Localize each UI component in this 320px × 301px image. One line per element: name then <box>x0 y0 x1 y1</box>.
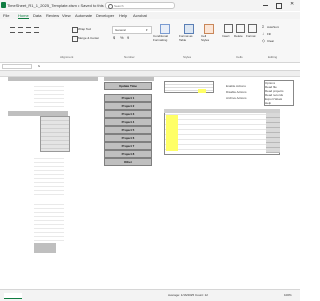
ribbon-tabs: File Home Data Review View Automate Deve… <box>0 12 300 19</box>
right-summary-column <box>266 113 280 153</box>
format-icon[interactable] <box>248 24 257 33</box>
group-label-cells: Cells <box>236 55 243 59</box>
enable-actions-label[interactable]: Enable Actions <box>226 84 246 88</box>
title-bar: TimeSheet_R1_1_2025_Template.xlsm • Save… <box>0 0 300 11</box>
align-right-icon[interactable] <box>26 27 31 33</box>
zoom-level[interactable]: 100% <box>284 293 292 297</box>
number-format-select[interactable]: General ▾ <box>112 26 152 34</box>
delete-button[interactable]: Delete <box>234 34 243 38</box>
wrap-text-button[interactable]: Wrap Text <box>78 27 91 31</box>
tab-developer[interactable]: Developer <box>96 13 114 18</box>
conditional-formatting-icon[interactable] <box>160 24 170 34</box>
disable-actions-label[interactable]: Disable Actions <box>226 90 247 94</box>
options-list-item[interactable]: Help <box>265 101 271 105</box>
delete-icon[interactable] <box>236 24 245 33</box>
insert-button[interactable]: Insert <box>222 34 230 38</box>
settings-table <box>164 81 214 93</box>
left-data-block <box>34 83 64 109</box>
number-format-value: General <box>115 28 126 32</box>
left-footer-block <box>34 243 56 253</box>
worksheet-grid[interactable]: Update Time Project 1 Project 2 Project … <box>0 71 300 289</box>
maximize-icon[interactable] <box>276 3 282 9</box>
project-3-button[interactable]: Project 3 <box>104 110 152 118</box>
project-2-button[interactable]: Project 2 <box>104 102 152 110</box>
update-time-button[interactable]: Update Time <box>104 82 152 90</box>
group-label-editing: Editing <box>268 55 278 59</box>
tab-data[interactable]: Data <box>33 13 41 18</box>
project-1-button[interactable]: Project 1 <box>104 94 152 102</box>
conditional-formatting-button[interactable]: Conditional Formatting <box>153 34 175 42</box>
yellow-hours-column[interactable] <box>166 115 178 151</box>
percent-icon[interactable]: % <box>120 35 124 40</box>
project-5-button[interactable]: Project 5 <box>104 126 152 134</box>
clear-button[interactable]: Clear <box>267 39 274 43</box>
left-selected-list <box>40 116 70 152</box>
search-icon <box>108 4 113 9</box>
project-4-button[interactable]: Project 4 <box>104 118 152 126</box>
tab-view[interactable]: View <box>62 13 71 18</box>
right-table-header <box>104 77 154 81</box>
fill-icon[interactable]: ↓ <box>262 31 264 36</box>
close-icon[interactable]: ✕ <box>290 2 294 7</box>
tab-help[interactable]: Help <box>119 13 127 18</box>
merge-center-button[interactable]: Merge & Center <box>78 36 99 40</box>
format-as-table-icon[interactable] <box>184 24 194 34</box>
insert-icon[interactable] <box>224 24 233 33</box>
project-6-button[interactable]: Project 6 <box>104 134 152 142</box>
tab-acrobat[interactable]: Acrobat <box>133 13 147 18</box>
left-data-block-2 <box>34 155 64 195</box>
project-8-button[interactable]: Project 8 <box>104 150 152 158</box>
status-summary: Average: 1/16/2025 Count: 12 <box>168 293 208 297</box>
function-icon[interactable]: fx <box>38 64 40 68</box>
cell-styles-button[interactable]: Cell Styles <box>201 34 215 42</box>
cell-styles-icon[interactable] <box>204 24 214 34</box>
clear-icon[interactable]: ◇ <box>262 38 265 43</box>
excel-logo-icon <box>1 2 6 8</box>
currency-icon[interactable]: $ <box>113 35 115 40</box>
ribbon: Wrap Text Merge & Center Alignment Gener… <box>0 19 300 63</box>
other-button[interactable]: Other <box>104 158 152 166</box>
left-data-block-3 <box>34 201 64 241</box>
tab-review[interactable]: Review <box>46 13 59 18</box>
group-label-styles: Styles <box>183 55 192 59</box>
chevron-down-icon: ▾ <box>146 28 148 32</box>
fill-button[interactable]: Fill <box>267 32 271 36</box>
status-bar: Average: 1/16/2025 Count: 12 100% <box>0 289 300 301</box>
tab-file[interactable]: File <box>3 13 9 18</box>
yellow-cell-1[interactable] <box>198 89 206 93</box>
group-label-number: Number <box>124 55 135 59</box>
tab-automate[interactable]: Automate <box>75 13 92 18</box>
align-center-icon[interactable] <box>18 27 23 33</box>
name-box[interactable] <box>2 64 32 69</box>
sheet-tab[interactable] <box>4 293 22 299</box>
window-title: TimeSheet_R1_1_2025_Template.xlsm • Save… <box>7 3 111 8</box>
minimize-icon[interactable] <box>263 5 268 6</box>
project-7-button[interactable]: Project 7 <box>104 142 152 150</box>
search-box[interactable]: Search <box>105 2 175 9</box>
week-grid <box>164 109 280 155</box>
week-grid-header <box>164 109 280 113</box>
align-left-icon[interactable] <box>10 27 15 33</box>
format-button[interactable]: Format <box>246 34 256 38</box>
left-table-header <box>8 77 98 81</box>
format-as-table-button[interactable]: Format as Table <box>179 34 197 42</box>
autosum-button[interactable]: AutoSum <box>267 25 279 29</box>
formula-bar[interactable]: fx <box>0 63 300 71</box>
comma-icon[interactable]: 9 <box>127 35 129 40</box>
archive-actions-label[interactable]: Archive Actions <box>226 96 247 100</box>
search-placeholder: Search <box>114 4 124 8</box>
autosum-icon[interactable]: Σ <box>262 24 264 29</box>
indent-icon[interactable] <box>34 27 39 33</box>
group-label-alignment: Alignment <box>60 55 74 59</box>
